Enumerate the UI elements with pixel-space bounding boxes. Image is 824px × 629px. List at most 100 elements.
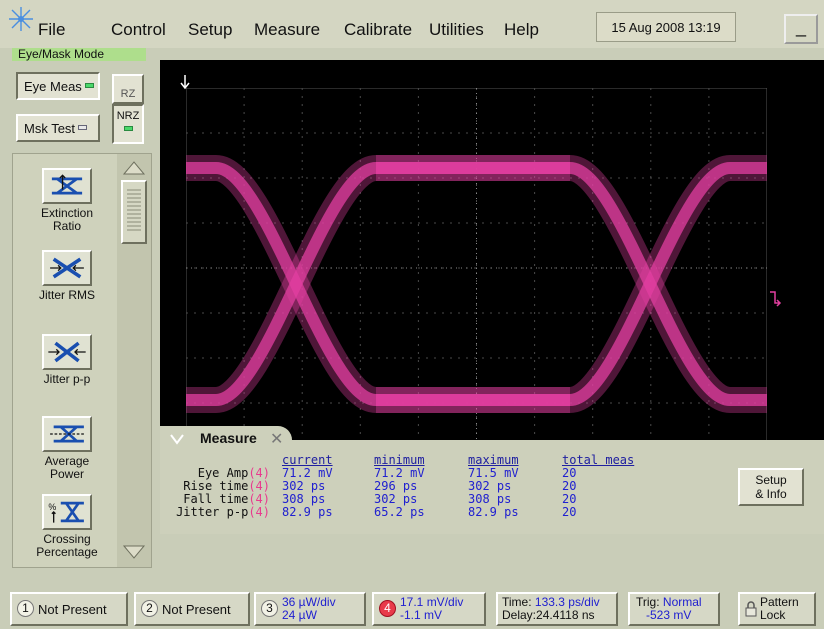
time-label: Time: xyxy=(502,595,532,609)
pattern-lock-label-1: Pattern xyxy=(760,595,799,609)
agilent-logo-icon xyxy=(9,7,33,31)
trigger-mode: Normal xyxy=(662,595,702,609)
channel-4-level-marker-icon xyxy=(770,291,782,307)
channel-4-number: 4 xyxy=(379,600,396,617)
close-measure-icon[interactable]: ✕ xyxy=(270,429,283,449)
jitter-pp-minimum: 65.2 ps xyxy=(374,505,425,519)
average-power-label-2: Power xyxy=(49,467,84,481)
pattern-lock-label-2: Lock xyxy=(760,608,786,622)
menu-measure-label: Measure xyxy=(254,20,321,39)
row-channel-fall-time: (4) xyxy=(248,492,270,506)
pattern-lock-button[interactable]: Pattern Lock xyxy=(738,592,816,626)
total-meas-column: total meas 20 20 20 20 xyxy=(562,454,634,519)
measure-tab[interactable]: Measure ✕ xyxy=(160,426,292,450)
measure-row-labels: Eye Amp(4) Rise time(4) Fall time(4) Jit… xyxy=(166,454,270,519)
setup-info-label-2: & Info xyxy=(755,487,787,501)
average-power-icon xyxy=(42,416,92,452)
collapse-chevron-icon[interactable] xyxy=(170,432,184,446)
menu-calibrate-label: Calibrate xyxy=(344,20,413,39)
channel-2-label: Not Present xyxy=(162,602,231,617)
menu-calibrate[interactable]: Calibrate xyxy=(344,20,412,40)
channel-2-button[interactable]: 2 Not Present xyxy=(134,592,250,626)
crossing-percentage-icon: % xyxy=(42,494,92,530)
delay-label: Delay: xyxy=(502,608,537,622)
jitter-rms-button[interactable]: Jitter RMS xyxy=(20,250,114,302)
rz-button[interactable]: RZ xyxy=(112,74,144,104)
eye-meas-label: Eye Meas xyxy=(24,79,82,94)
crossing-percentage-button[interactable]: % Crossing Percentage xyxy=(20,494,114,559)
measure-tab-title: Measure xyxy=(200,430,257,446)
channel-3-offset: 24 µW xyxy=(282,608,317,622)
row-label-fall-time: Fall time xyxy=(183,492,249,506)
timebase-button[interactable]: Time: 133.3 ps/div Delay:24.4118 ns xyxy=(496,592,618,626)
row-channel-rise-time: (4) xyxy=(248,479,270,493)
menu-bar: File Control Setup Measure Calibrate Uti… xyxy=(0,0,824,48)
channel-bar: 1 Not Present 2 Not Present 3 36 µW/div 2… xyxy=(0,584,824,629)
nrz-label: NRZ xyxy=(116,110,140,122)
scroll-grip-icon xyxy=(127,189,141,231)
jitter-rms-label: Jitter RMS xyxy=(38,288,95,302)
extinction-ratio-label-1: Extinction xyxy=(40,206,94,220)
row-label-eye-amp: Eye Amp xyxy=(197,466,249,480)
measurement-scrollbar[interactable] xyxy=(117,154,151,567)
scroll-thumb[interactable] xyxy=(121,180,147,244)
average-power-button[interactable]: Average Power xyxy=(20,416,114,481)
row-channel-jitter-pp: (4) xyxy=(248,505,270,519)
menu-setup-label: Setup xyxy=(188,20,233,39)
trigger-position-marker-icon xyxy=(180,75,190,90)
jitter-pp-label: Jitter p-p xyxy=(43,372,91,386)
channel-3-number: 3 xyxy=(261,600,278,617)
datetime-display: 15 Aug 2008 13:19 xyxy=(596,12,736,42)
menu-utilities[interactable]: Utilities xyxy=(429,20,484,40)
menu-control-label: Control xyxy=(111,20,166,39)
average-power-label-1: Average xyxy=(44,454,90,468)
delay-value: 24.4118 ns xyxy=(536,608,595,622)
channel-1-button[interactable]: 1 Not Present xyxy=(10,592,128,626)
crossing-percentage-label-2: Percentage xyxy=(36,545,98,559)
menu-setup[interactable]: Setup xyxy=(188,20,232,40)
trigger-level: -523 mV xyxy=(646,608,692,622)
trigger-button[interactable]: Trig: Normal -523 mV xyxy=(628,592,720,626)
menu-file[interactable]: File xyxy=(38,20,65,40)
extinction-ratio-button[interactable]: Extinction Ratio xyxy=(20,168,114,233)
scroll-down-arrow-icon[interactable] xyxy=(121,542,147,562)
jitter-rms-icon xyxy=(42,250,92,286)
jitter-pp-total: 20 xyxy=(562,505,577,519)
row-label-rise-time: Rise time xyxy=(183,479,249,493)
minimize-button[interactable]: _ xyxy=(784,14,818,44)
jitter-pp-icon xyxy=(42,334,92,370)
channel-3-scale: 36 µW/div xyxy=(282,595,336,609)
setup-info-label-1: Setup xyxy=(755,473,787,487)
lock-icon xyxy=(745,601,757,617)
maximum-column: maximum 71.5 mV 302 ps 308 ps 82.9 ps xyxy=(468,454,519,519)
eye-meas-led-icon xyxy=(84,83,94,88)
eye-meas-button[interactable]: Eye Meas xyxy=(16,72,100,100)
menu-file-label: File xyxy=(38,20,66,39)
channel-4-button[interactable]: 4 17.1 mV/div -1.1 mV xyxy=(372,592,486,626)
mask-test-label: Msk Test xyxy=(24,121,76,136)
jitter-pp-button[interactable]: Jitter p-p xyxy=(20,334,114,386)
nrz-button[interactable]: NRZ xyxy=(112,104,144,144)
eye-diagram-graticule xyxy=(186,88,767,448)
setup-info-button[interactable]: Setup & Info xyxy=(738,468,804,506)
row-channel-eye-amp: (4) xyxy=(248,466,270,480)
trigger-label: Trig: xyxy=(636,595,660,609)
extinction-ratio-label-2: Ratio xyxy=(52,219,81,233)
jitter-pp-current: 82.9 ps xyxy=(282,505,333,519)
menu-measure[interactable]: Measure xyxy=(254,20,320,40)
scroll-up-arrow-icon[interactable] xyxy=(121,158,147,178)
channel-4-offset: -1.1 mV xyxy=(400,608,443,622)
menu-control[interactable]: Control xyxy=(111,20,166,40)
rz-label: RZ xyxy=(120,88,136,100)
menu-help-label: Help xyxy=(504,20,539,39)
channel-1-label: Not Present xyxy=(38,602,107,617)
nrz-led-icon xyxy=(123,126,133,131)
minimum-column: minimum 71.2 mV 296 ps 302 ps 65.2 ps xyxy=(374,454,425,519)
svg-text:%: % xyxy=(48,502,56,512)
channel-3-button[interactable]: 3 36 µW/div 24 µW xyxy=(254,592,366,626)
channel-4-scale: 17.1 mV/div xyxy=(400,595,464,609)
mask-test-button[interactable]: Msk Test xyxy=(16,114,100,142)
extinction-ratio-icon xyxy=(42,168,92,204)
menu-help[interactable]: Help xyxy=(504,20,539,40)
current-column: current 71.2 mV 302 ps 308 ps 82.9 ps xyxy=(282,454,333,519)
